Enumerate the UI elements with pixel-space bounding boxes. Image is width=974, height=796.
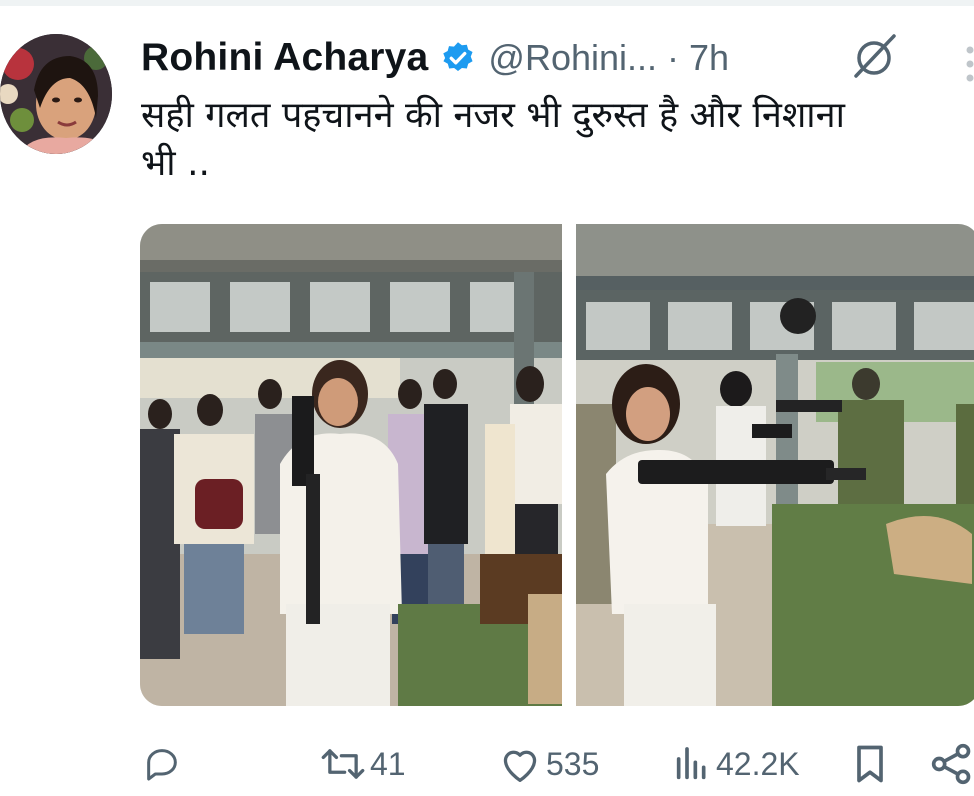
timestamp[interactable]: 7h — [689, 37, 729, 79]
like-button[interactable]: 535 — [498, 738, 599, 790]
bookmark-icon — [857, 745, 883, 783]
photo-2-image — [576, 224, 974, 706]
share-button[interactable] — [930, 738, 974, 790]
retweet-icon — [321, 749, 365, 779]
views-chart-icon — [676, 747, 706, 780]
views-button[interactable]: 42.2K — [672, 738, 800, 790]
tweet-text-line-1: सही गलत पहचानने की नजर भी दुरुस्त है और … — [141, 95, 845, 136]
share-icon — [931, 743, 971, 785]
photo-1-image — [140, 224, 562, 706]
separator-dot: · — [667, 37, 680, 78]
tweet-text: सही गलत पहचानने की नजर भी दुरुस्त है और … — [141, 92, 974, 188]
top-divider — [0, 0, 974, 6]
avatar-image — [0, 34, 112, 154]
author-handle[interactable]: @Rohini... — [488, 37, 657, 79]
grok-icon[interactable] — [848, 30, 900, 82]
tweet-media[interactable] — [140, 224, 974, 706]
author-name[interactable]: Rohini Acharya — [141, 36, 428, 80]
views-count: 42.2K — [716, 745, 800, 782]
heart-icon — [503, 750, 537, 782]
verified-badge-icon — [443, 42, 473, 72]
reply-button[interactable] — [142, 738, 186, 790]
reply-icon — [147, 749, 177, 781]
tweet-text-line-2: भी .. — [141, 143, 210, 184]
photo-2[interactable] — [576, 224, 974, 706]
tweet-actions: 41 535 42.2K — [0, 738, 974, 790]
tweet-header: Rohini Acharya @Rohini... · 7h — [141, 30, 729, 86]
retweet-count: 41 — [370, 745, 406, 782]
avatar[interactable] — [0, 34, 112, 154]
retweet-button[interactable]: 41 — [320, 738, 406, 790]
like-count: 535 — [546, 745, 600, 782]
more-vertical-icon[interactable] — [960, 44, 974, 84]
bookmark-button[interactable] — [850, 738, 890, 790]
photo-1[interactable] — [140, 224, 562, 706]
